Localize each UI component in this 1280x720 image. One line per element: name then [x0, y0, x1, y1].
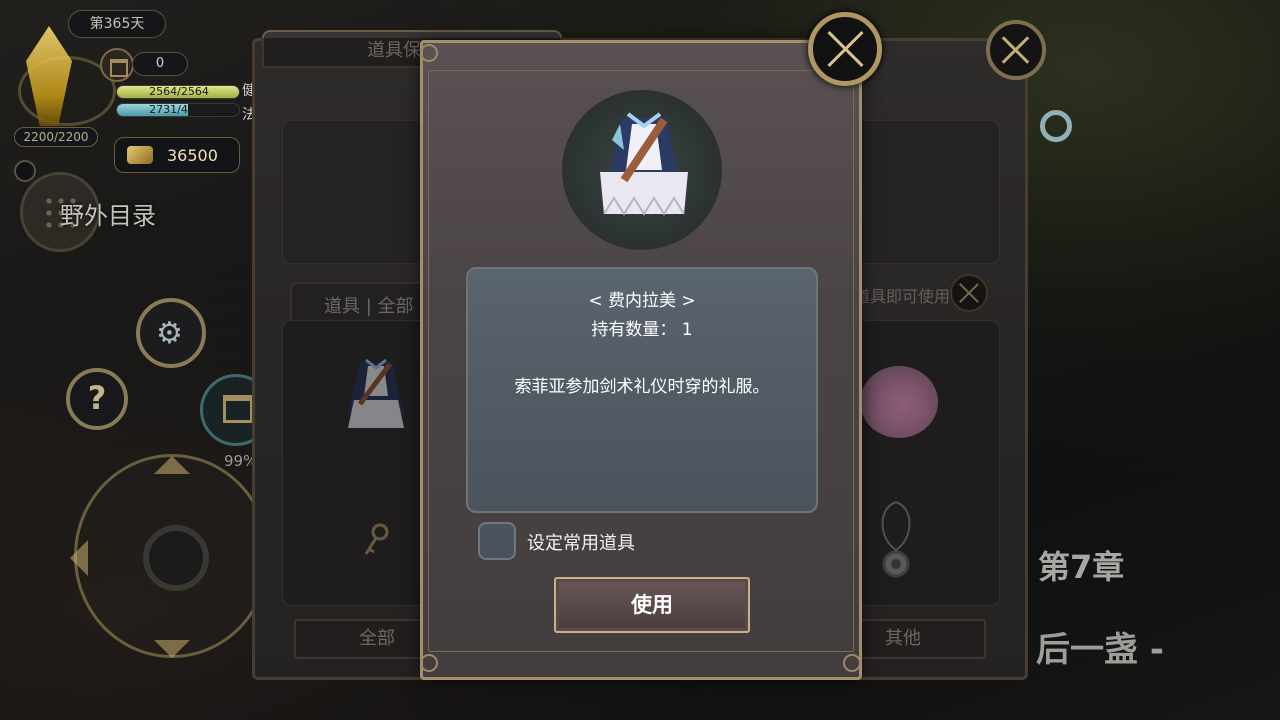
gear-icon: ⚙	[156, 316, 183, 351]
chapter-subtitle: 后一盏 -	[1036, 630, 1164, 670]
calendar-icon	[223, 395, 253, 423]
item-name: < 费内拉美 >	[588, 291, 696, 311]
day-counter: 第365天	[68, 10, 166, 38]
close-button[interactable]	[808, 12, 882, 86]
calendar-icon	[100, 48, 134, 82]
lamp-icon	[1040, 110, 1072, 142]
gold-coin-icon	[127, 146, 153, 164]
ornament-corner-icon	[420, 44, 438, 62]
mp-text: 2731/4658	[149, 103, 209, 116]
favorite-checkbox[interactable]	[478, 522, 516, 560]
mp-bar: 2731/4658	[116, 103, 240, 117]
calendar-count: 0	[132, 52, 188, 76]
item-description: 索菲亚参加剑术礼仪时穿的礼服。	[514, 377, 770, 397]
storage-close-button[interactable]	[986, 20, 1046, 80]
status-dot	[14, 160, 36, 182]
item-quantity: 持有数量： 1	[591, 320, 693, 340]
use-button[interactable]: 使用	[554, 577, 750, 633]
favorite-label: 设定常用道具	[527, 533, 635, 554]
arrow-down-icon	[154, 640, 190, 658]
joystick-knob[interactable]	[143, 525, 209, 591]
gold-display: 36500	[114, 137, 240, 173]
dress-icon	[600, 112, 688, 216]
ornament-corner-icon	[420, 654, 438, 672]
arrow-up-icon	[154, 456, 190, 474]
settings-button[interactable]: ⚙	[136, 298, 206, 368]
hp-bar: 2564/2564	[116, 85, 240, 99]
energy-text: 2200/2200	[14, 127, 98, 147]
game-screen: 第365天 0 2564/2564 健 2731/4658 法 2200/220…	[0, 0, 1280, 720]
arrow-left-icon	[70, 540, 88, 576]
hp-text: 2564/2564	[149, 85, 209, 98]
ornament-corner-icon	[843, 654, 861, 672]
help-button[interactable]: ?	[66, 368, 128, 430]
gold-amount: 36500	[167, 146, 218, 165]
field-map-label: 野外目录	[60, 202, 156, 230]
chapter-title: 第7章	[1038, 548, 1125, 586]
virtual-joystick[interactable]	[74, 454, 270, 658]
